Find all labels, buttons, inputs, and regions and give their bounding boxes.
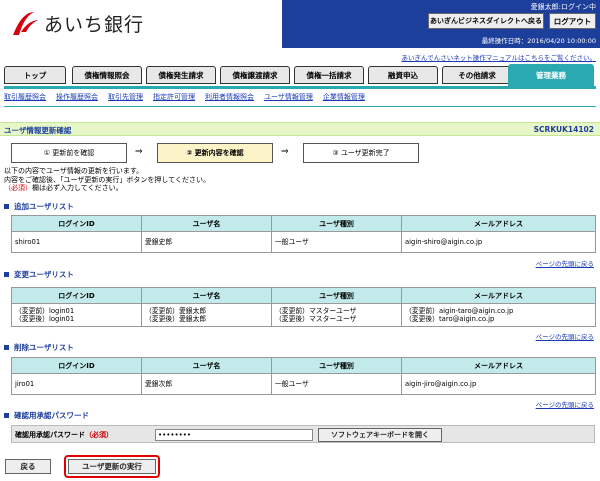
cell-login-id: jiro01	[11, 373, 142, 395]
deleted-users-table: ログインID ユーザ名 ユーザ種別 メールアドレス jiro01 愛銀次郎 一般…	[11, 357, 596, 395]
cell-user-name: （変更前）愛銀太郎 （変更後）愛銀太郎	[141, 303, 272, 327]
logout-button[interactable]: ログアウト	[549, 13, 596, 29]
col-user-name: ユーザ名	[141, 357, 272, 374]
col-user-name: ユーザ名	[141, 215, 272, 232]
tab-top[interactable]: トップ	[4, 66, 66, 84]
table-row: （変更前）login01 （変更後）login01 （変更前）愛銀太郎 （変更後…	[11, 303, 596, 327]
tab-claim-batch[interactable]: 債権一括請求	[294, 66, 364, 84]
tab-claim-issue[interactable]: 債権発生請求	[146, 66, 216, 84]
back-button[interactable]: 戻る	[5, 459, 51, 474]
cell-login-id: （変更前）login01 （変更後）login01	[11, 303, 142, 327]
page-title: ユーザ情報更新確認	[4, 126, 72, 135]
col-user-type: ユーザ種別	[271, 215, 402, 232]
section-square-icon	[4, 345, 9, 350]
table-row: shiro01 愛銀史郎 一般ユーザ aigin-shiro@aigin.co.…	[11, 231, 596, 253]
required-mark: （必須）	[4, 184, 32, 192]
col-user-name: ユーザ名	[141, 287, 272, 304]
col-user-type: ユーザ種別	[271, 357, 402, 374]
added-users-table: ログインID ユーザ名 ユーザ種別 メールアドレス shiro01 愛銀史郎 一…	[11, 215, 596, 253]
subnav-user-management[interactable]: ユーザ情報管理	[264, 92, 313, 102]
section-title: 確認用承認パスワード	[14, 411, 89, 420]
required-mark: （必須）	[85, 431, 113, 439]
cell-email: （変更前）aigin-taro@aigin.co.jp （変更後）taro@ai…	[401, 303, 596, 327]
col-login-id: ログインID	[11, 287, 142, 304]
tab-other-requests[interactable]: その他請求	[442, 66, 512, 84]
execute-update-button[interactable]: ユーザ更新の実行	[68, 459, 156, 474]
tab-underline	[4, 86, 596, 89]
col-login-id: ログインID	[11, 215, 142, 232]
cell-user-name: 愛銀史郎	[141, 231, 272, 253]
page-top-link[interactable]: ページの先頭に戻る	[536, 258, 594, 268]
instructions: 以下の内容でユーザ情報の更新を行います。 内容をご確認後、「ユーザ更新の実行」ボ…	[4, 167, 210, 193]
subnav-company-management[interactable]: 企業情報管理	[323, 92, 365, 102]
subnav-permission-management[interactable]: 指定許可管理	[153, 92, 195, 102]
main-tabs: トップ 債権情報照会 債権発生請求 債権譲渡請求 債権一括請求 融資申込 その他…	[4, 64, 596, 86]
col-email: メールアドレス	[401, 357, 596, 374]
cell-user-name: 愛銀次郎	[141, 373, 272, 395]
password-label-text: 確認用承認パスワード	[15, 431, 85, 439]
subnav-operation-history[interactable]: 操作履歴照会	[56, 92, 98, 102]
cell-user-type: （変更前）マスターユーザ （変更後）マスターユーザ	[271, 303, 402, 327]
section-title: 変更ユーザリスト	[14, 270, 74, 279]
cell-email: aigin-shiro@aigin.co.jp	[401, 231, 596, 253]
subnav-transaction-history[interactable]: 取引履歴照会	[4, 92, 46, 102]
user-header: 愛銀太郎:ログイン中 あいぎんビジネスダイレクトへ戻る ログアウト 最終操作日時…	[282, 0, 600, 48]
step-arrow-icon: ⇒	[281, 147, 289, 157]
software-keyboard-button[interactable]: ソフトウェアキーボードを開く	[318, 428, 442, 442]
col-email: メールアドレス	[401, 215, 596, 232]
password-row: 確認用承認パスワード（必須） •••••••• ソフトウェアキーボードを開く	[11, 425, 595, 443]
page-top-link[interactable]: ページの先頭に戻る	[536, 399, 594, 409]
cell-user-type: 一般ユーザ	[271, 373, 402, 395]
password-input[interactable]: ••••••••	[155, 429, 313, 441]
cell-email: aigin-jiro@aigin.co.jp	[401, 373, 596, 395]
section-square-icon	[4, 272, 9, 277]
manual-link[interactable]: あいぎんでんさいネット操作マニュアルはこちらをご覧ください。	[402, 52, 596, 62]
col-user-type: ユーザ種別	[271, 287, 402, 304]
tab-management[interactable]: 管理業務	[508, 64, 594, 86]
section-changed-users: 変更ユーザリスト	[4, 269, 74, 280]
step-arrow-icon: ⇒	[135, 147, 143, 157]
last-operation-time: 最終操作日時：2016/04/20 10:00:00	[481, 37, 596, 45]
section-square-icon	[4, 204, 9, 209]
instruction-line: 内容をご確認後、「ユーザ更新の実行」ボタンを押してください。	[4, 175, 210, 184]
screen-code: SCRKUK14102	[533, 125, 594, 134]
table-header-row: ログインID ユーザ名 ユーザ種別 メールアドレス	[11, 287, 596, 304]
instruction-text: 欄は必ず入力してください。	[32, 184, 123, 192]
instruction-line: （必須）欄は必ず入力してください。	[4, 184, 210, 193]
user-status: 愛銀太郎:ログイン中	[530, 3, 596, 11]
page-title-bar: ユーザ情報更新確認 SCRKUK14102	[0, 122, 600, 136]
section-deleted-users: 削除ユーザリスト	[4, 342, 74, 353]
section-title: 追加ユーザリスト	[14, 202, 74, 211]
instruction-line: 以下の内容でユーザ情報の更新を行います。	[4, 167, 144, 175]
col-login-id: ログインID	[11, 357, 142, 374]
tab-claim-transfer[interactable]: 債権譲渡請求	[220, 66, 290, 84]
table-header-row: ログインID ユーザ名 ユーザ種別 メールアドレス	[11, 357, 596, 374]
section-title: 削除ユーザリスト	[14, 343, 74, 352]
bank-logo-icon	[13, 12, 38, 35]
bank-logo: あいち銀行	[10, 7, 190, 39]
table-row: jiro01 愛銀次郎 一般ユーザ aigin-jiro@aigin.co.jp	[11, 373, 596, 395]
bank-name: あいち銀行	[44, 13, 145, 36]
step-confirm-changes: ② 更新内容を確認	[157, 143, 273, 163]
section-approval-password: 確認用承認パスワード	[4, 410, 89, 421]
subnav-divider	[4, 106, 596, 107]
step-confirm-before: ① 更新前を確認	[11, 143, 127, 163]
step-update-complete: ③ ユーザ更新完了	[303, 143, 419, 163]
back-to-direct-button[interactable]: あいぎんビジネスダイレクトへ戻る	[428, 13, 544, 29]
sub-navigation: 取引履歴照会 操作履歴照会 取引先管理 指定許可管理 利用者情報照会 ユーザ情報…	[4, 90, 596, 104]
subnav-partner-management[interactable]: 取引先管理	[108, 92, 143, 102]
tab-claim-inquiry[interactable]: 債権情報照会	[72, 66, 142, 84]
page-top-link[interactable]: ページの先頭に戻る	[536, 331, 594, 341]
section-square-icon	[4, 413, 9, 418]
table-header-row: ログインID ユーザ名 ユーザ種別 メールアドレス	[11, 215, 596, 232]
cell-login-id: shiro01	[11, 231, 142, 253]
cell-user-type: 一般ユーザ	[271, 231, 402, 253]
subnav-user-info-inquiry[interactable]: 利用者情報照会	[205, 92, 254, 102]
col-email: メールアドレス	[401, 287, 596, 304]
changed-users-table: ログインID ユーザ名 ユーザ種別 メールアドレス （変更前）login01 （…	[11, 287, 596, 327]
tab-financing[interactable]: 融資申込	[368, 66, 438, 84]
password-label: 確認用承認パスワード（必須）	[15, 430, 113, 440]
section-added-users: 追加ユーザリスト	[4, 201, 74, 212]
